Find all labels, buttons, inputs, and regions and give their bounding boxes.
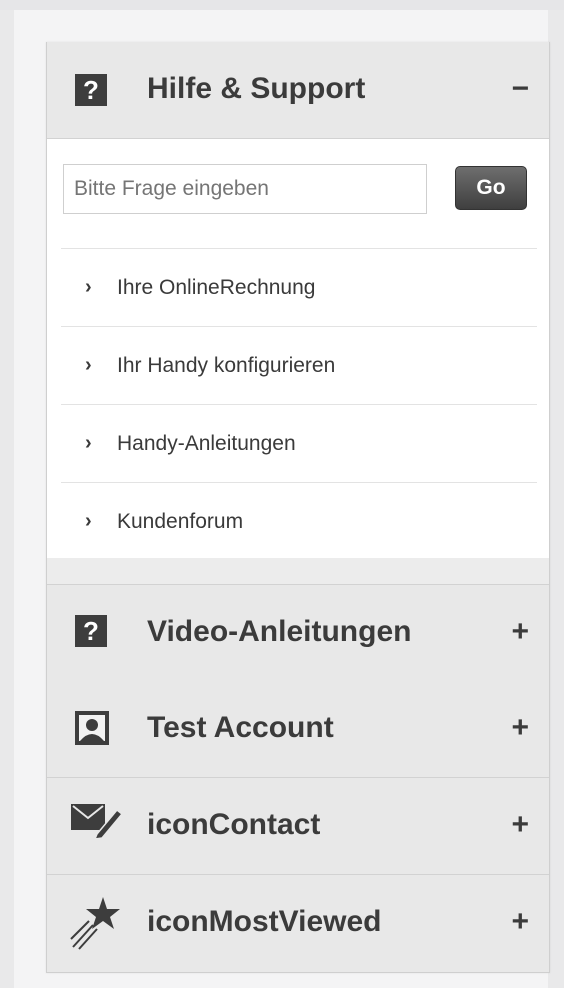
section-title: Video-Anleitungen [147, 615, 412, 648]
link-ihr-handy-konfigurieren[interactable]: › Ihr Handy konfigurieren [61, 326, 537, 404]
top-strip [0, 0, 564, 10]
expand-toggle[interactable]: + [511, 615, 529, 649]
support-sidebar-panel: ? Hilfe & Support − Go › Ihre OnlineRech… [46, 42, 550, 973]
link-ihre-onlinerechnung[interactable]: › Ihre OnlineRechnung [61, 248, 537, 326]
section-header-video-anleitungen[interactable]: ? Video-Anleitungen + [47, 584, 549, 682]
section-title: iconMostViewed [147, 905, 382, 938]
link-handy-anleitungen[interactable]: › Handy-Anleitungen [61, 404, 537, 482]
link-kundenforum[interactable]: › Kundenforum [61, 482, 537, 561]
section-header-icon-contact[interactable]: iconContact + [47, 778, 549, 875]
chevron-right-icon: › [85, 432, 92, 454]
chevron-right-icon: › [85, 276, 92, 298]
shooting-star-icon [69, 895, 121, 956]
link-label: Handy-Anleitungen [117, 431, 296, 455]
chevron-right-icon: › [85, 510, 92, 532]
section-title: Hilfe & Support [147, 72, 366, 105]
chevron-right-icon: › [85, 354, 92, 376]
section-title: Test Account [147, 711, 334, 744]
expand-toggle[interactable]: + [511, 905, 529, 939]
collapse-toggle[interactable]: − [511, 72, 529, 106]
question-icon: ? [75, 74, 107, 106]
section-divider [47, 558, 549, 584]
section-header-hilfe-support[interactable]: ? Hilfe & Support − [47, 42, 549, 139]
question-icon: ? [75, 615, 107, 647]
section-header-icon-most-viewed[interactable]: iconMostViewed + [47, 875, 549, 972]
link-label: Ihre OnlineRechnung [117, 275, 316, 299]
help-links-list: › Ihre OnlineRechnung › Ihr Handy konfig… [61, 248, 537, 561]
section-header-test-account[interactable]: Test Account + [47, 681, 549, 778]
link-label: Ihr Handy konfigurieren [117, 353, 336, 377]
expand-toggle[interactable]: + [511, 711, 529, 745]
envelope-pen-icon [69, 800, 124, 845]
link-label: Kundenforum [117, 509, 244, 533]
expand-toggle[interactable]: + [511, 808, 529, 842]
search-input[interactable] [63, 164, 427, 214]
section-title: iconContact [147, 808, 321, 841]
user-icon [75, 711, 109, 750]
go-button[interactable]: Go [455, 166, 527, 210]
